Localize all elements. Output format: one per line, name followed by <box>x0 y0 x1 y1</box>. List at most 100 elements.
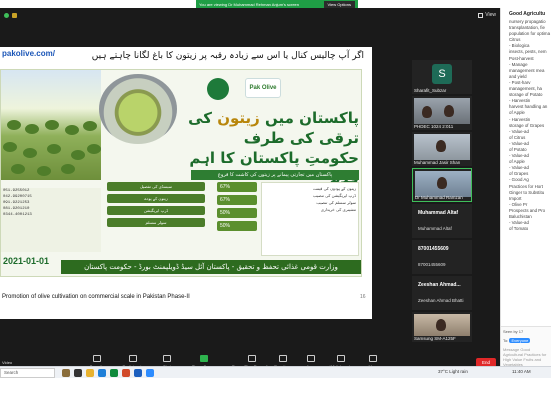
participant-tile[interactable]: Muhammad Altaf Muhammad Altaf <box>412 204 472 238</box>
subsidy-percent: 67% <box>217 195 257 205</box>
participant-video <box>414 98 470 124</box>
chat-message-line: Ginger to Substitu <box>509 189 545 195</box>
olive-orchard-image <box>1 70 101 180</box>
slide-number: 16 <box>360 294 366 300</box>
share-banner-text: You are viewing Dr Muhammad Rehman Anjum… <box>199 1 299 7</box>
shield-icon[interactable] <box>4 12 9 18</box>
chat-messages: nursery propagatio transplantation, fie po… <box>501 19 551 232</box>
chat-panel: Good Agricultu nursery propagatio transpl… <box>500 8 551 366</box>
subsidy-percentages: 67% 67% 50% 50% <box>217 182 257 256</box>
powerpoint-icon[interactable] <box>122 369 130 377</box>
weather-widget[interactable]: 37°C Light rain <box>438 369 468 374</box>
screen-share-banner: You are viewing Dr Muhammad Rehman Anjum… <box>196 0 358 8</box>
contact-numbers: 051-9255012 042-99200715 091-9221253 081… <box>1 188 101 252</box>
subsidy-percent: 50% <box>217 208 257 218</box>
headline-olive-word: زیتون <box>217 109 260 127</box>
government-emblem-icon <box>207 78 229 100</box>
chat-message-line: storage of Grapes <box>509 122 545 128</box>
view-options-button[interactable]: View Options <box>323 0 355 8</box>
recipient-dropdown[interactable]: Everyone <box>509 338 531 343</box>
slide-caption: Promotion of olive cultivation on commer… <box>2 294 190 300</box>
subsidy-item: سولر سسٹم <box>107 218 205 227</box>
participant-name: Sharafit_Subzar <box>414 88 447 93</box>
system-clock[interactable]: 11:40 AM <box>512 369 531 374</box>
participant-name: PHDEC 1024 2:011 <box>414 124 454 129</box>
participant-tile[interactable]: Muhammad Jasir Shan <box>412 132 472 166</box>
participant-video <box>414 134 470 160</box>
participant-tile[interactable]: S Sharafit_Subzar <box>412 60 472 94</box>
shield-icon <box>93 355 101 362</box>
to-label: To: <box>503 338 509 343</box>
recording-icon <box>12 12 17 18</box>
headline-part-1: پاکستان میں <box>265 109 359 127</box>
edge-icon[interactable] <box>98 369 106 377</box>
participant-tile[interactable]: 87001455609 87001455609 <box>412 240 472 274</box>
participant-gallery: S Sharafit_Subzar PHDEC 1024 2:011 Muham… <box>412 22 472 342</box>
chat-recipient: To: Everyone <box>501 336 551 345</box>
excel-icon[interactable] <box>110 369 118 377</box>
participant-name: Samsung SM-A125F <box>414 336 456 341</box>
participant-title: Muhammad Altaf <box>418 210 459 216</box>
screen: You are viewing Dr Muhammad Rehman Anjum… <box>0 0 551 400</box>
olive-poster: Pak Olive پاکستان میں زیتون کی ترقی کی ط… <box>0 69 362 277</box>
whiteboard-icon <box>337 355 345 362</box>
participant-name: Zeeshan Ahmad Bhatti <box>418 298 464 303</box>
participant-title: 87001455609 <box>418 246 449 252</box>
smiley-icon <box>279 355 287 362</box>
chat-message-line: insects, pests, nem <box>509 49 547 55</box>
subsidy-percent: 50% <box>217 221 257 231</box>
participant-video <box>415 171 471 197</box>
more-dots-icon <box>369 355 377 362</box>
participant-video <box>414 314 470 336</box>
task-view-icon[interactable] <box>74 369 82 377</box>
shared-slide: pakolive.com/ اگر آپ چالیس کنال یا اس سے… <box>0 47 372 319</box>
poster-footer: وزارت قومی غذائی تحفظ و تحقیق - پاکستان … <box>61 260 361 274</box>
chat-title: Good Agricultu <box>509 11 546 17</box>
taskbar-app-icon[interactable] <box>62 369 70 377</box>
poster-date: 2021-01-01 <box>3 256 50 266</box>
participant-title: Zeeshan Ahmad... <box>418 282 461 288</box>
windows-taskbar: Search 37°C Light rain 11:40 AM <box>0 366 551 378</box>
contact-number: 0344-4001213 <box>3 213 32 217</box>
poster-sub-band: پاکستان میں تجارتی پیمانے پر زیتون کی کا… <box>191 170 359 180</box>
video-button[interactable]: Video <box>2 360 12 365</box>
participant-name: 87001455609 <box>418 262 446 267</box>
zoom-meeting-window: View pakolive.com/ اگر آپ چالیس کنال یا … <box>0 8 500 374</box>
avatar: S <box>432 64 452 84</box>
participant-tile[interactable]: PHDEC 1024 2:011 <box>412 96 472 130</box>
chat-input[interactable]: Message Good Agricultural Practices for … <box>501 345 551 366</box>
chat-compose: Seen by 17 To: Everyone Message Good Agr… <box>501 326 551 366</box>
participant-name: Muhammad Jasir Shan <box>414 160 461 165</box>
chat-seen: Seen by 17 <box>503 329 524 334</box>
participant-tile[interactable]: Zeeshan Ahmad... Zeeshan Ahmad Bhatti <box>412 276 472 310</box>
word-icon[interactable] <box>134 369 142 377</box>
share-screen-icon <box>200 355 208 362</box>
subsidy-buttons: سبسڈی کی تفصیل زیتون کے پودے ڈرپ ایریگیش… <box>107 182 205 256</box>
subsidy-description: سولر سسٹم کی تنصیب <box>316 200 356 205</box>
participant-name: Muhammad Altaf <box>418 226 452 231</box>
view-button[interactable]: View <box>478 12 496 18</box>
file-explorer-icon[interactable] <box>86 369 94 377</box>
pakolive-logo: Pak Olive <box>245 78 281 98</box>
taskbar-search[interactable]: Search <box>0 368 55 378</box>
slide-url: pakolive.com/ <box>2 49 55 58</box>
people-icon <box>129 355 137 362</box>
grid-icon <box>478 12 484 18</box>
subsidy-description: زیتون کے پودوں کی قیمت <box>312 186 356 191</box>
subsidy-description: مشینری کی خریداری <box>320 207 356 212</box>
subsidy-item: زیتون کے پودے <box>107 194 205 203</box>
chat-bubble-icon <box>163 355 171 362</box>
subsidy-percent: 67% <box>217 182 257 192</box>
participant-tile[interactable]: Samsung SM-A125F <box>412 312 472 342</box>
chat-message-line: of Tomato <box>509 226 529 232</box>
slide-urdu-heading: اگر آپ چالیس کنال یا اس سے زیادہ رقبہ پر… <box>91 51 364 61</box>
subsidy-item: ڈرپ ایریگیشن <box>107 206 205 215</box>
subsidy-item: سبسڈی کی تفصیل <box>107 182 205 191</box>
participant-tile-active-speaker[interactable]: Dr Muhammad Ramzan <box>412 168 472 202</box>
olive-oil-vat-image <box>99 74 177 144</box>
zoom-icon[interactable] <box>146 369 154 377</box>
apps-icon <box>307 355 315 362</box>
participant-name: Dr Muhammad Ramzan <box>415 195 463 200</box>
subsidy-description: ڈرپ ایریگیشن کی تنصیب <box>312 193 356 198</box>
meeting-top-bar: View <box>0 8 500 22</box>
